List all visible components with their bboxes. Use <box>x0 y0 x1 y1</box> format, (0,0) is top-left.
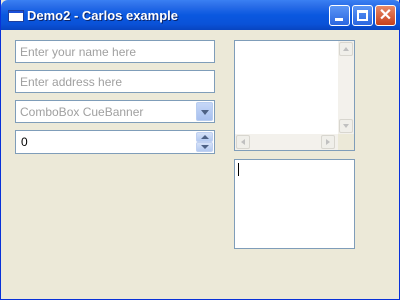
address-field[interactable] <box>15 70 215 93</box>
horizontal-scrollbar[interactable] <box>235 134 338 150</box>
combobox[interactable]: ComboBox CueBanner <box>15 100 215 123</box>
maximize-button[interactable] <box>352 5 373 26</box>
arrow-down-icon <box>343 124 349 128</box>
close-icon: ✕ <box>378 7 393 24</box>
scrollbar-corner <box>338 134 354 150</box>
arrow-down-icon <box>201 145 209 149</box>
arrow-up-icon <box>201 135 209 139</box>
memo-textarea[interactable] <box>235 160 354 248</box>
combobox-dropdown-button[interactable] <box>196 102 213 121</box>
listbox[interactable] <box>234 40 355 151</box>
scroll-left-button[interactable] <box>236 135 250 149</box>
arrow-up-icon <box>343 47 349 51</box>
spinner-down-button[interactable] <box>196 142 213 152</box>
minimize-button[interactable] <box>329 5 350 26</box>
close-button[interactable]: ✕ <box>375 5 396 26</box>
window-icon[interactable] <box>8 10 24 22</box>
arrow-right-icon <box>326 139 330 145</box>
main-window: Demo2 - Carlos example ✕ ComboBox CueBan… <box>0 0 400 300</box>
memo-field[interactable] <box>234 159 355 249</box>
maximize-icon <box>357 10 368 21</box>
scroll-down-button[interactable] <box>339 119 353 133</box>
arrow-left-icon <box>241 139 245 145</box>
scroll-up-button[interactable] <box>339 42 353 56</box>
window-title: Demo2 - Carlos example <box>27 8 179 23</box>
address-input[interactable] <box>16 71 214 92</box>
scroll-right-button[interactable] <box>321 135 335 149</box>
number-spinner[interactable]: 0 <box>15 130 215 154</box>
combobox-cue-banner: ComboBox CueBanner <box>20 105 144 119</box>
chevron-down-icon <box>201 110 209 115</box>
spinner-value[interactable]: 0 <box>21 135 28 149</box>
name-field[interactable] <box>15 40 215 63</box>
text-caret <box>238 163 239 176</box>
name-input[interactable] <box>16 41 214 62</box>
title-bar[interactable]: Demo2 - Carlos example ✕ <box>1 0 400 30</box>
minimize-icon <box>335 18 343 21</box>
vertical-scrollbar[interactable] <box>338 41 354 134</box>
spinner-up-button[interactable] <box>196 132 213 142</box>
